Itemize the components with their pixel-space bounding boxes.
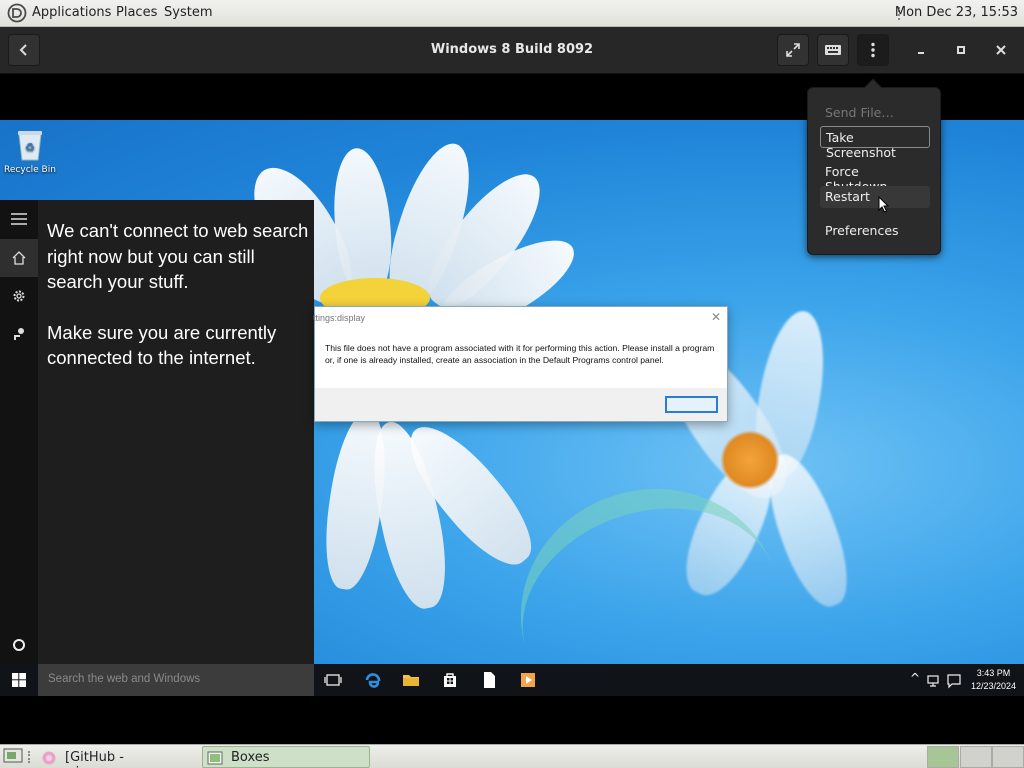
home-icon [12,251,26,265]
system-menu[interactable]: System [164,5,212,20]
minimize-button[interactable] [905,34,937,66]
edge-icon[interactable] [363,670,383,690]
cortana-circle-button[interactable] [0,626,38,664]
notification-icon[interactable] [946,670,962,690]
workspace-3[interactable] [992,746,1024,768]
recycle-bin-icon[interactable]: ♻ Recycle Bin [4,128,56,175]
feedback-icon [14,328,24,340]
dialog-title: ttings:display [313,313,366,323]
maximize-button[interactable] [945,34,977,66]
take-screenshot-item[interactable]: Take Screenshot [820,126,930,160]
home-button[interactable] [0,239,38,277]
places-menu[interactable]: Places [116,5,157,20]
hamburger-button[interactable] [0,200,38,238]
cortana-message: We can't connect to web search right now… [47,218,309,396]
cortana-rail [0,200,38,665]
error-dialog: ttings:display ✕ This file does not have… [313,306,728,422]
recycle-bin-label: Recycle Bin [4,165,56,175]
task-label: Boxes [231,750,270,765]
workspace-2[interactable] [960,746,992,768]
taskbar-github-window[interactable]: [GitHub - winapps-… [36,746,200,768]
restart-item[interactable]: Restart [820,186,930,208]
minimize-icon [918,52,924,54]
windows-logo-icon [12,673,26,687]
applications-menu[interactable]: Applications [32,5,111,20]
ok-button[interactable] [665,396,718,413]
dialog-footer [315,388,727,421]
feedback-button[interactable] [0,315,38,353]
cortana-panel: We can't connect to web search right now… [0,200,314,665]
close-button[interactable] [985,34,1017,66]
menu-icon [871,42,875,58]
distro-logo-icon[interactable] [7,3,27,23]
taskbar-date: 12/23/2024 [970,681,1016,691]
send-file-item[interactable]: Send File… [820,102,930,124]
hamburger-icon [11,213,27,225]
bottom-panel: [GitHub - winapps-… Boxes [0,744,1024,768]
store-icon[interactable] [440,670,460,690]
file-explorer-icon[interactable] [401,670,421,690]
boxes-headerbar: Windows 8 Build 8092 [0,27,1024,74]
media-app-icon[interactable] [518,670,538,690]
preferences-item[interactable]: Preferences [820,220,930,242]
top-panel: Applications Places System Mon Dec 23, 1… [0,0,1024,27]
mouse-pointer-icon [878,196,890,213]
taskbar-time: 3:43 PM [976,668,1011,678]
settings-button[interactable] [0,277,38,315]
network-icon[interactable] [926,670,942,690]
browser-icon [42,751,56,765]
fullscreen-button[interactable] [777,34,809,66]
force-shutdown-item[interactable]: Force Shutdown [820,161,930,194]
keyboard-icon [825,45,841,55]
keyboard-button[interactable] [817,34,849,66]
taskbar-clock[interactable]: 3:43 PM 12/23/2024 [971,667,1016,693]
task-view-icon[interactable] [323,670,343,690]
gear-icon [13,290,25,302]
boxes-app-icon [207,751,223,765]
show-desktop-icon[interactable] [3,748,23,765]
workspace-1[interactable] [927,746,959,768]
cortana-message-2: Make sure you are currently connected to… [47,321,277,369]
close-icon [996,45,1006,55]
cortana-circle-icon [13,639,25,651]
panel-clock[interactable]: Mon Dec 23, 15:53 [895,5,1018,20]
svg-text:♻: ♻ [25,141,35,154]
tray-expand-icon[interactable]: ^ [910,671,920,685]
vm-actions-popover: Send File… Take Screenshot Force Shutdow… [807,78,941,255]
dialog-message: This file does not have a program associ… [325,343,715,365]
start-button[interactable] [0,664,38,696]
taskbar-boxes-window[interactable]: Boxes [202,746,370,768]
taskbar-search-input[interactable]: Search the web and Windows [38,664,314,696]
task-label: [GitHub - winapps-… [65,750,136,768]
maximize-icon [957,46,965,54]
menu-button[interactable] [857,34,889,66]
dialog-close-button[interactable]: ✕ [711,310,721,324]
document-icon[interactable] [479,670,499,690]
panel-separator [28,751,32,763]
windows-taskbar: Search the web and Windows ^ 3:43 PM 12/… [0,664,1024,696]
fullscreen-icon [786,43,800,57]
cortana-message-1: We can't connect to web search right now… [47,220,309,292]
recycle-bin-glyph-icon: ♻ [18,131,42,161]
